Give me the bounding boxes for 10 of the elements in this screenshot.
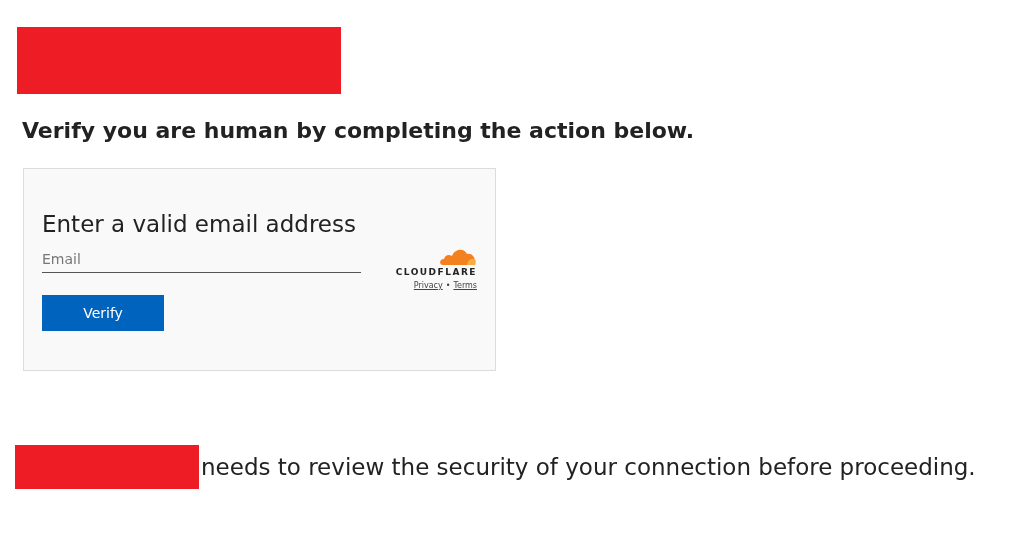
brand-name: CLOUDFLARE — [395, 266, 477, 278]
email-field[interactable]: Email — [42, 245, 361, 273]
page-heading: Verify you are human by completing the action below. — [22, 117, 695, 145]
link-separator: • — [445, 281, 451, 291]
cloud-logo-icon — [439, 247, 477, 265]
privacy-link[interactable]: Privacy — [413, 281, 443, 291]
card-title: Enter a valid email address — [42, 210, 356, 239]
terms-link[interactable]: Terms — [453, 281, 477, 291]
verify-button[interactable]: Verify — [42, 295, 164, 331]
security-message: needs to review the security of your connection before proceeding. — [201, 452, 976, 482]
